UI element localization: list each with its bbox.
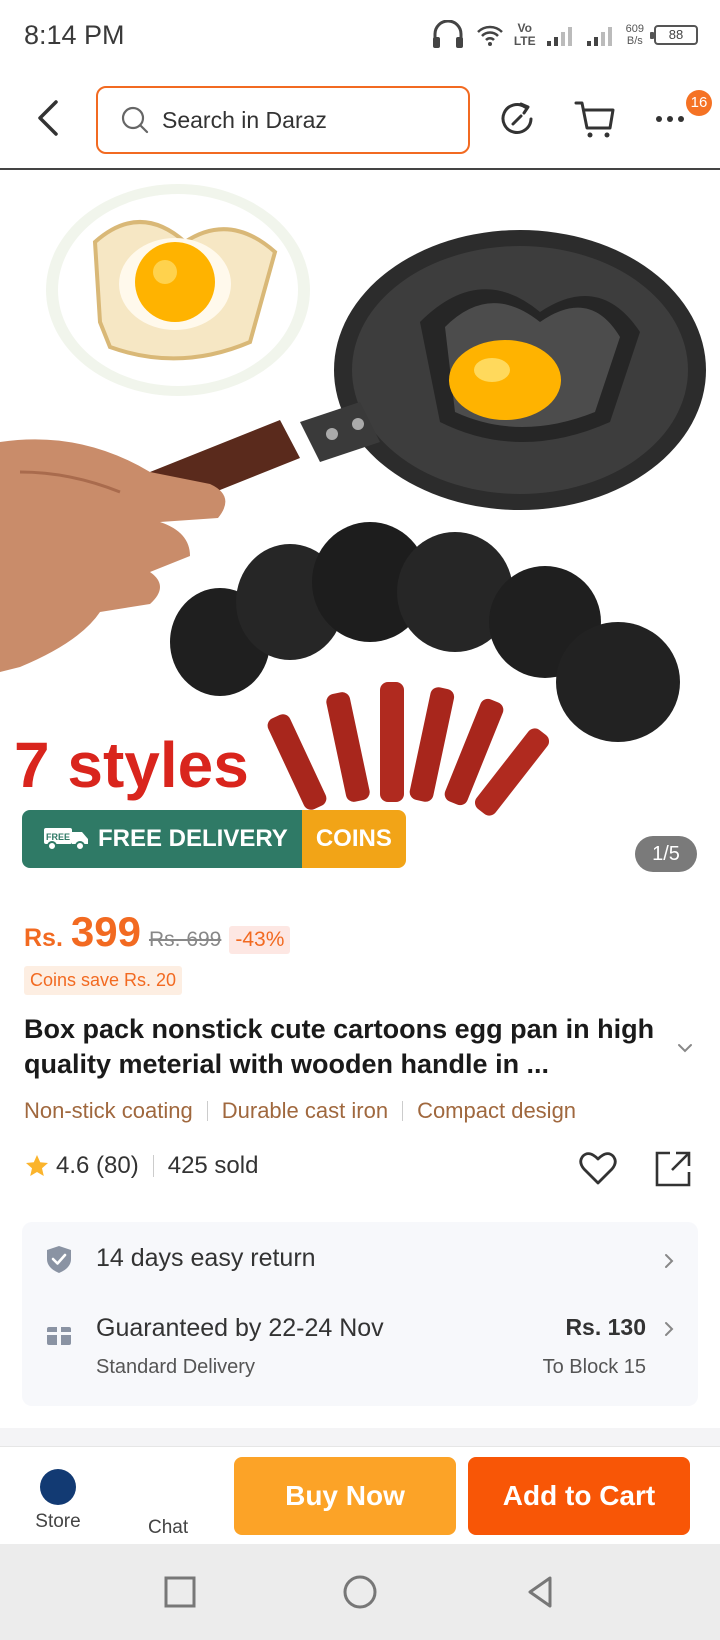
headphones-icon xyxy=(432,20,463,48)
net-speed-unit: B/s xyxy=(626,35,643,47)
chat-button[interactable]: Chat xyxy=(148,1517,188,1539)
back-icon[interactable] xyxy=(28,94,72,142)
chevron-right-icon xyxy=(665,1254,674,1268)
delivery-fee: Rs. 130 xyxy=(565,1314,646,1340)
shield-check-icon xyxy=(47,1246,71,1273)
product-image[interactable]: 7 styles FREE FREE DELIVERY COINS 1/5 xyxy=(0,172,720,872)
gift-box-icon xyxy=(47,1327,71,1345)
status-icons: Vo LTE 609 B/s 88 xyxy=(430,18,698,52)
share-icon[interactable] xyxy=(652,1148,694,1190)
original-price: Rs. 699 xyxy=(148,928,222,951)
rating-row[interactable]: 4.6 (80) 425 sold xyxy=(24,1152,258,1180)
discount-badge: -43% xyxy=(229,926,291,954)
store-logo xyxy=(40,1469,76,1505)
chevron-down-icon[interactable] xyxy=(675,1038,695,1058)
wifi-icon xyxy=(476,25,503,46)
product-photo: 7 styles xyxy=(0,184,706,816)
action-bar: Store Chat Buy Now Add to Cart xyxy=(0,1446,720,1544)
currency-label: Rs. xyxy=(24,924,63,952)
sold-count: 425 sold xyxy=(167,1152,259,1179)
wishlist-heart-icon[interactable] xyxy=(578,1148,618,1188)
home-icon[interactable] xyxy=(340,1572,380,1612)
feature-tag: Non-stick coating xyxy=(24,1098,193,1123)
back-nav-icon[interactable] xyxy=(520,1572,560,1612)
search-input[interactable]: Search in Daraz xyxy=(96,86,470,154)
signal-icon xyxy=(546,27,572,46)
delivery-location: To Block 15 xyxy=(542,1356,646,1378)
volte-bottom: LTE xyxy=(513,34,536,48)
status-bar: 8:14 PM Vo LTE 609 B/s 88 xyxy=(0,0,720,70)
free-delivery-label: FREE FREE DELIVERY xyxy=(22,810,302,868)
buy-now-button[interactable]: Buy Now xyxy=(234,1457,456,1535)
system-nav-bar xyxy=(0,1544,720,1640)
section-divider xyxy=(0,1428,720,1446)
coins-save-badge: Coins save Rs. 20 xyxy=(24,966,183,995)
styles-caption: 7 styles xyxy=(14,729,249,801)
guarantee-label: Guaranteed by 22-24 Nov xyxy=(96,1314,384,1342)
feature-tags: Non-stick coating Durable cast iron Comp… xyxy=(24,1098,576,1124)
cart-badge: 16 xyxy=(686,90,712,116)
service-card: 14 days easy return Guaranteed by 22-24 … xyxy=(22,1222,698,1406)
net-speed-value: 609 xyxy=(625,23,644,35)
free-badge-text: FREE xyxy=(46,832,70,842)
search-placeholder: Search in Daraz xyxy=(162,106,327,133)
rating-value: 4.6 (80) xyxy=(56,1152,139,1179)
star-icon xyxy=(26,1155,48,1176)
top-header: Search in Daraz 16 xyxy=(0,70,720,170)
search-icon xyxy=(121,106,149,134)
cart-icon[interactable] xyxy=(572,96,618,142)
battery-icon: 88 xyxy=(650,25,698,45)
free-delivery-text: FREE DELIVERY xyxy=(98,825,288,852)
delivery-row[interactable]: Guaranteed by 22-24 Nov Standard Deliver… xyxy=(22,1298,698,1406)
feature-tag: Durable cast iron xyxy=(221,1098,389,1123)
chevron-right-icon xyxy=(665,1322,674,1336)
volte-indicator: Vo LTE xyxy=(514,22,536,48)
store-button[interactable]: Store xyxy=(32,1469,84,1533)
status-time: 8:14 PM xyxy=(24,20,125,50)
tag-divider xyxy=(206,1101,208,1121)
feature-tag: Compact design xyxy=(417,1098,577,1123)
free-delivery-tag: FREE FREE DELIVERY COINS xyxy=(22,810,406,868)
signal-icon-2 xyxy=(586,27,612,46)
delivery-type: Standard Delivery xyxy=(96,1356,255,1378)
tag-divider xyxy=(402,1101,404,1121)
return-row[interactable]: 14 days easy return xyxy=(22,1222,698,1298)
add-to-cart-button[interactable]: Add to Cart xyxy=(468,1457,690,1535)
image-counter: 1/5 xyxy=(635,836,697,872)
share-rotate-icon[interactable] xyxy=(495,96,541,142)
recent-apps-icon[interactable] xyxy=(160,1572,200,1612)
rating-divider xyxy=(152,1155,154,1177)
store-label: Store xyxy=(35,1511,81,1532)
coins-label: COINS xyxy=(301,810,406,868)
network-speed: 609 B/s xyxy=(626,23,644,47)
delivery-truck-icon: FREE xyxy=(44,828,88,851)
price-row: Rs. 399 Rs. 699 -43% xyxy=(24,908,291,956)
return-label: 14 days easy return xyxy=(96,1244,316,1272)
price: 399 xyxy=(70,908,141,955)
product-title[interactable]: Box pack nonstick cute cartoons egg pan … xyxy=(24,1012,664,1082)
